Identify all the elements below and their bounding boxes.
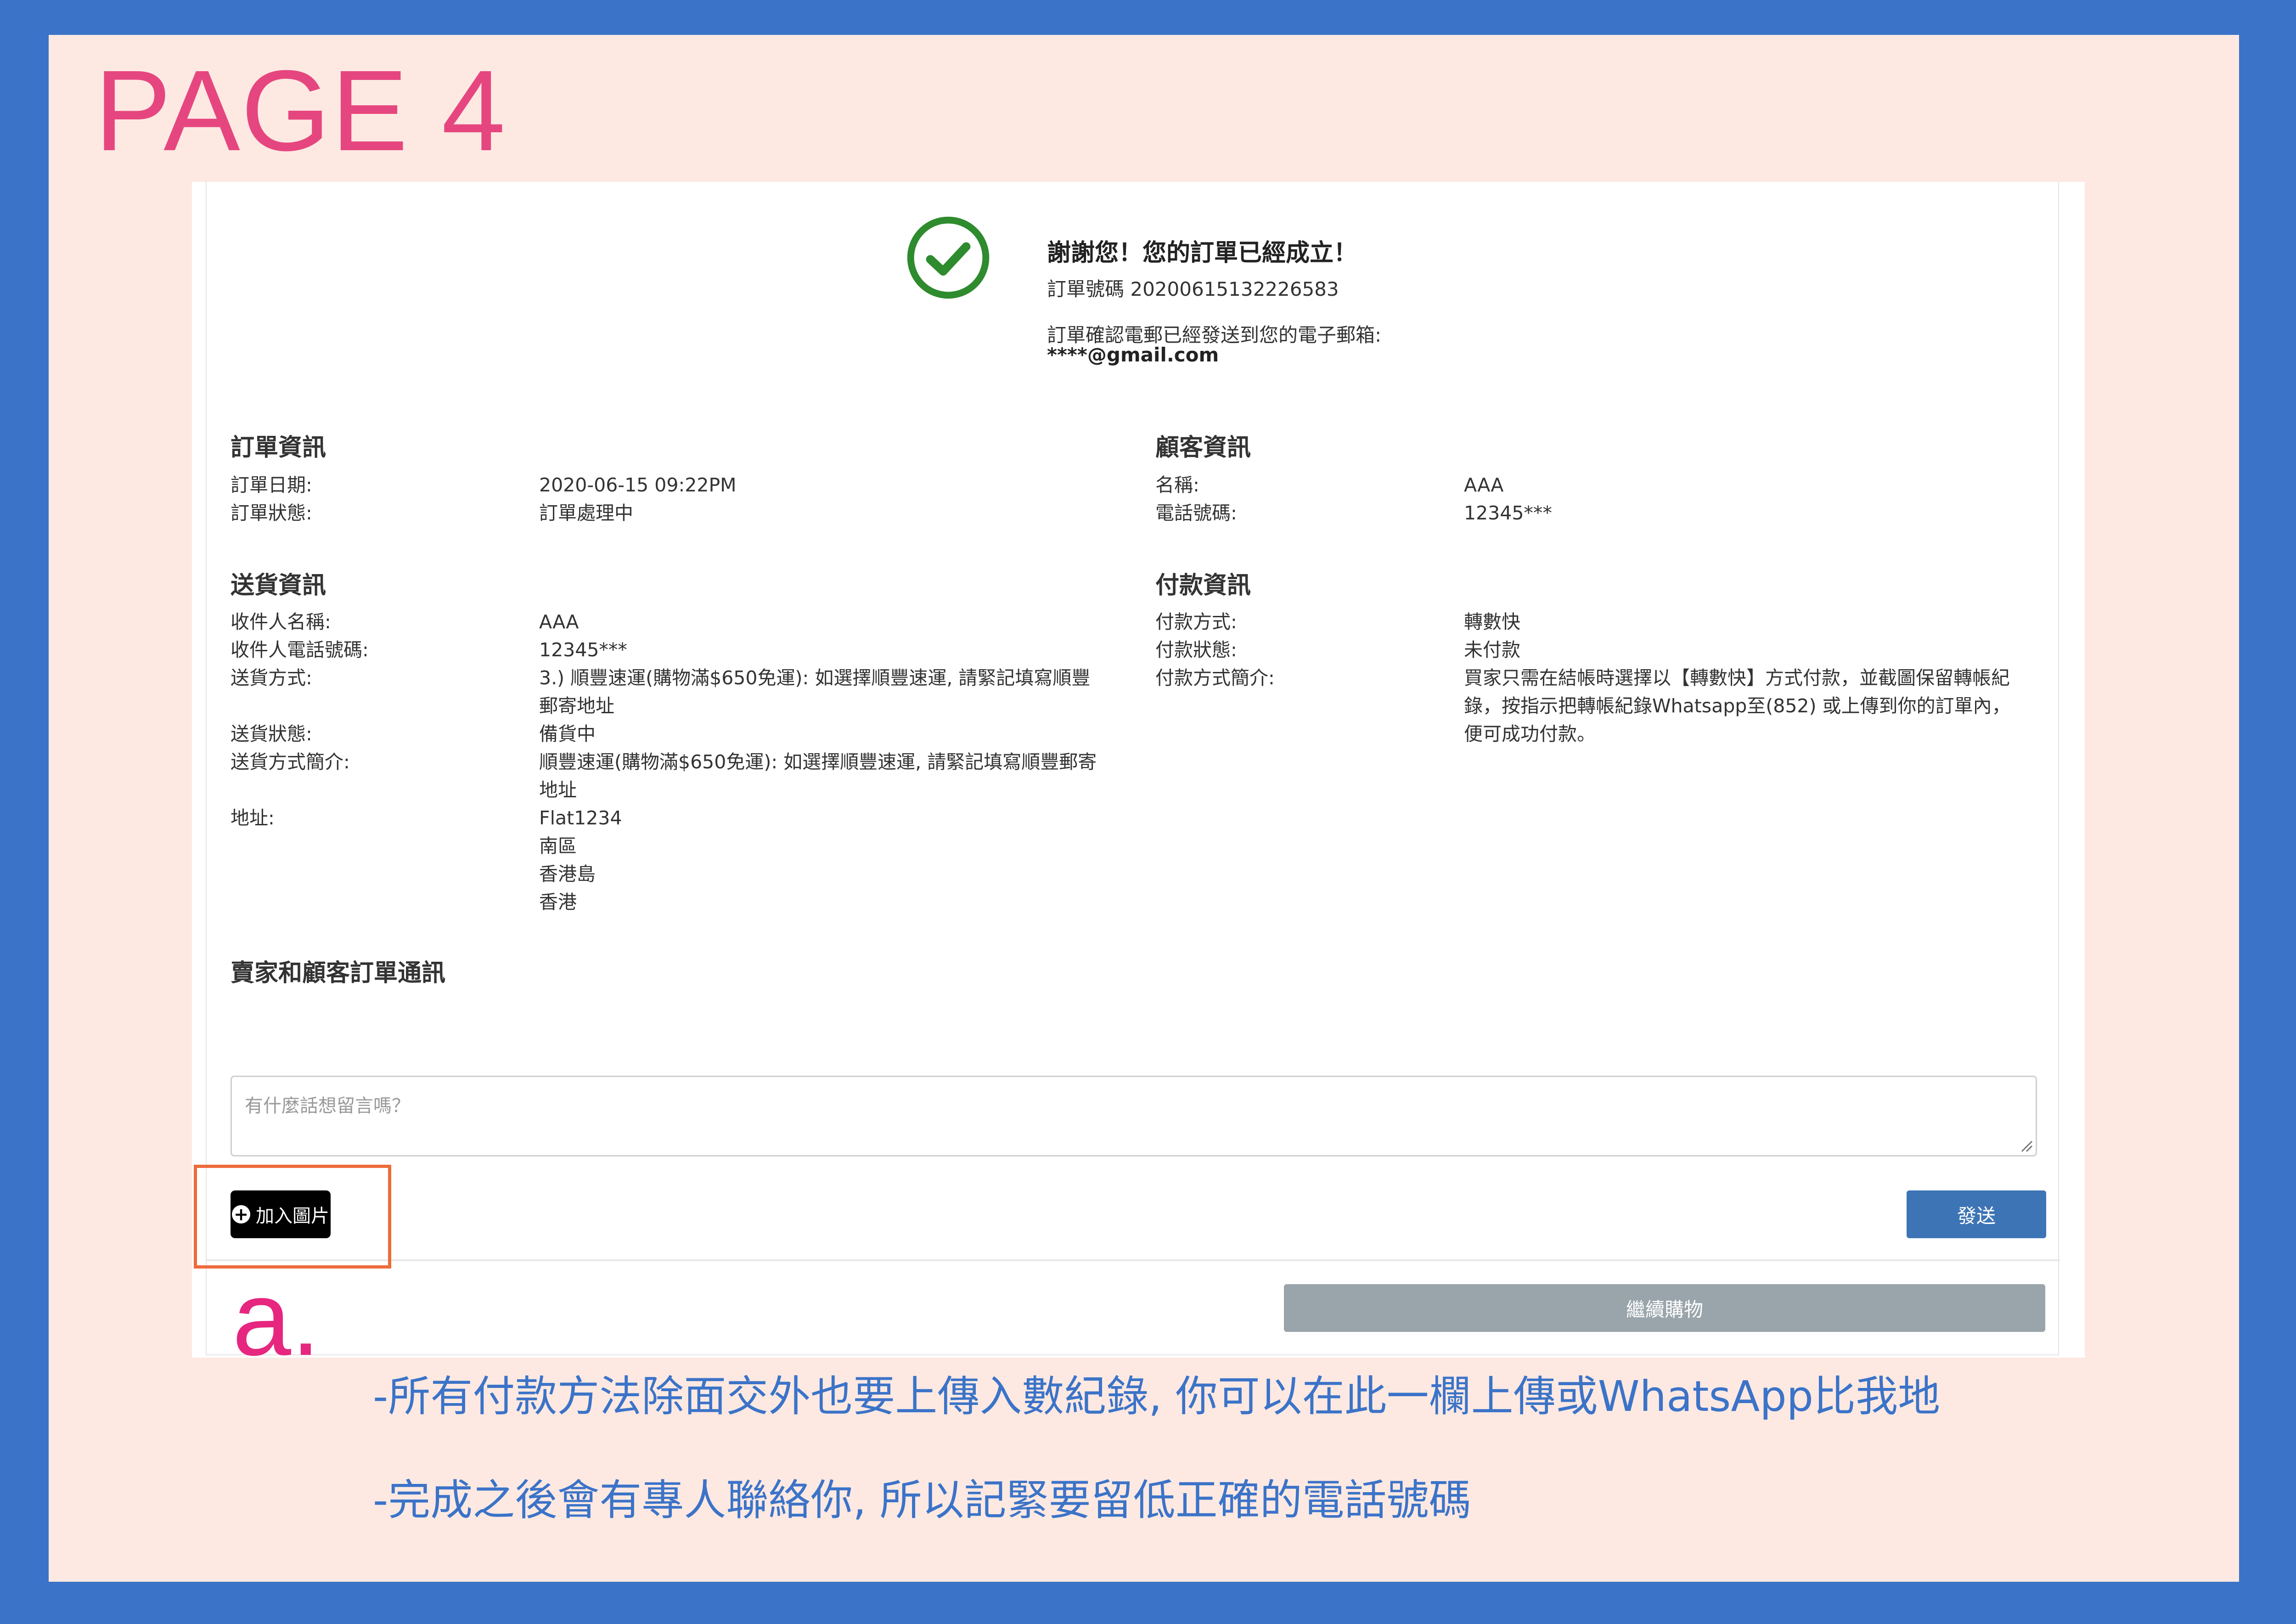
- address-line-1: Flat1234: [539, 807, 622, 829]
- shipping-description-value: 順豐速運(購物滿$650免運): 如選擇順豐速運, 請緊記填寫順豐郵寄地址: [539, 751, 1097, 801]
- customer-phone-value: 12345***: [1464, 502, 1552, 524]
- address-line-2: 南區: [539, 835, 577, 857]
- recipient-name-value: AAA: [539, 611, 579, 633]
- annotation-marker: a.: [232, 1259, 321, 1377]
- customer-info-heading: 顧客資訊: [1155, 434, 1251, 462]
- payment-description-label: 付款方式簡介:: [1155, 667, 1275, 689]
- page-background: PAGE 4 謝謝您！您的訂單已經成立！ 訂單號碼 20200615132226…: [49, 35, 2239, 1582]
- customer-email: ****@gmail.com: [1047, 344, 1219, 366]
- payment-description-value: 買家只需在結帳時選擇以【轉數快】方式付款，並截圖保留轉帳紀錄，按指示把轉帳紀錄W…: [1464, 667, 2011, 745]
- address-line-3: 香港島: [539, 863, 596, 885]
- page-label: PAGE 4: [95, 46, 506, 175]
- order-date-value: 2020-06-15 09:22PM: [539, 474, 737, 496]
- continue-shopping-button[interactable]: 繼續購物: [1284, 1284, 2045, 1332]
- shipping-description-label: 送貨方式簡介:: [231, 751, 350, 773]
- address-line-4: 香港: [539, 891, 577, 913]
- check-circle-icon: [907, 216, 990, 299]
- address-label: 地址:: [231, 807, 275, 829]
- highlight-box: [194, 1165, 391, 1269]
- payment-method-label: 付款方式:: [1155, 611, 1237, 633]
- customer-name-value: AAA: [1464, 474, 1504, 496]
- messaging-heading: 賣家和顧客訂單通訊: [231, 959, 446, 987]
- annotation-note-upload: -所有付款方法除面交外也要上傳入數紀錄, 你可以在此一欄上傳或WhatsApp比…: [373, 1372, 1941, 1421]
- customer-phone-label: 電話號碼:: [1155, 502, 1237, 524]
- delivery-info-heading: 送貨資訊: [231, 572, 326, 599]
- send-button[interactable]: 發送: [1907, 1190, 2046, 1238]
- recipient-phone-label: 收件人電話號碼:: [231, 639, 369, 661]
- annotation-note-contact: -完成之後會有專人聯絡你, 所以記緊要留低正確的電話號碼: [373, 1476, 1471, 1525]
- order-panel: 謝謝您！您的訂單已經成立！ 訂單號碼 20200615132226583 訂單確…: [206, 182, 2060, 1355]
- order-confirmation-screenshot: 謝謝您！您的訂單已經成立！ 訂單號碼 20200615132226583 訂單確…: [192, 182, 2085, 1358]
- message-input[interactable]: 有什麼話想留言嗎？: [231, 1076, 2037, 1156]
- shipping-method-label: 送貨方式:: [231, 667, 312, 689]
- recipient-phone-value: 12345***: [539, 639, 627, 661]
- order-status-value: 訂單處理中: [539, 502, 633, 524]
- message-placeholder: 有什麼話想留言嗎？: [245, 1095, 410, 1116]
- divider: [207, 1259, 2060, 1261]
- shipping-status-value: 備貨中: [539, 723, 596, 745]
- payment-status-value: 未付款: [1464, 639, 1520, 661]
- order-info-heading: 訂單資訊: [231, 434, 326, 462]
- shipping-status-label: 送貨狀態:: [231, 723, 312, 745]
- thank-you-heading: 謝謝您！您的訂單已經成立！: [1047, 239, 1358, 267]
- shipping-method-value: 3.) 順豐速運(購物滿$650免運): 如選擇順豐速運, 請緊記填寫順豐郵寄地…: [539, 667, 1091, 717]
- order-number: 訂單號碼 20200615132226583: [1047, 278, 1339, 300]
- payment-status-label: 付款狀態:: [1155, 639, 1237, 661]
- payment-method-value: 轉數快: [1464, 611, 1520, 633]
- recipient-name-label: 收件人名稱:: [231, 611, 331, 633]
- resize-handle-icon[interactable]: [2019, 1139, 2033, 1152]
- order-status-label: 訂單狀態:: [231, 502, 312, 524]
- order-date-label: 訂單日期:: [231, 474, 312, 496]
- customer-name-label: 名稱:: [1155, 474, 1199, 496]
- payment-info-heading: 付款資訊: [1155, 572, 1251, 599]
